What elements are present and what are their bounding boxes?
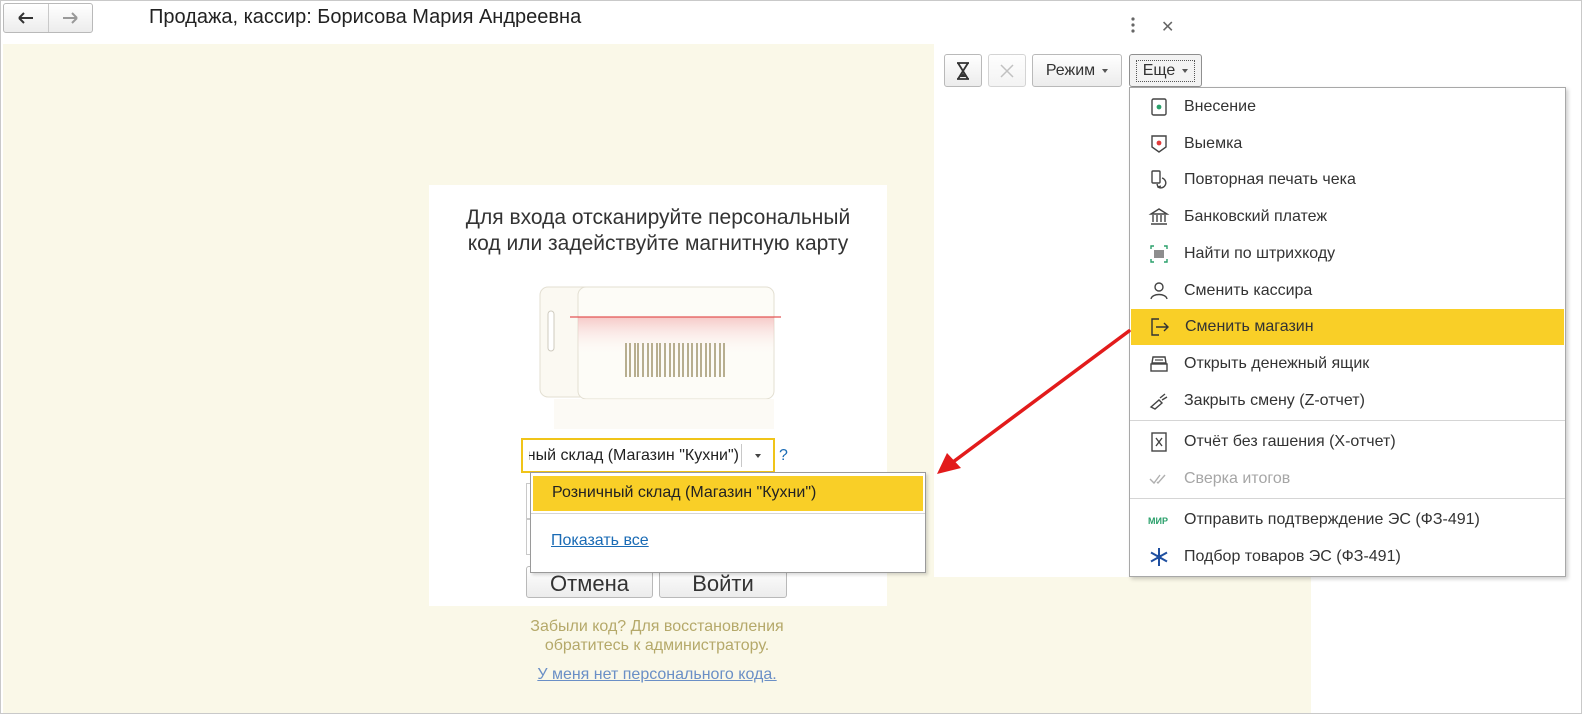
menu-item-label: Отправить подтверждение ЭС (ФЗ-491) <box>1184 511 1480 528</box>
x-report-icon <box>1151 432 1167 452</box>
bank-icon <box>1148 208 1170 225</box>
warehouse-select[interactable]: Розничный склад (Магазин "Кухни") <box>521 438 775 473</box>
menu-item-es-goods-selection[interactable]: Подбор товаров ЭС (ФЗ-491) <box>1130 539 1565 575</box>
menu-item-label: Закрыть смену (Z-отчет) <box>1184 392 1365 409</box>
menu-divider <box>1130 420 1565 421</box>
menu-item-label: Внесение <box>1184 98 1256 115</box>
close-shift-icon <box>1149 393 1168 410</box>
barcode-card-illustration <box>539 286 781 429</box>
reconcile-icon <box>1149 474 1166 485</box>
history-nav <box>3 3 93 33</box>
mode-button-label: Режим <box>1045 61 1096 79</box>
page-title: Продажа, кассир: Борисова Мария Андреевн… <box>149 6 582 28</box>
warehouse-option[interactable]: Розничный склад (Магазин "Кухни") <box>533 476 923 511</box>
more-button[interactable]: Еще <box>1129 54 1202 87</box>
login-prompt-line-1: Для входа отсканируйте персональный <box>465 206 851 229</box>
svg-text:МИР: МИР <box>1148 516 1168 526</box>
menu-item-label: Подбор товаров ЭС (ФЗ-491) <box>1184 548 1401 565</box>
arrow-left-icon <box>18 12 33 24</box>
app-window: Продажа, кассир: Борисова Мария Андреевн… <box>0 0 1582 714</box>
chevron-down-icon <box>1182 68 1189 73</box>
arrow-right-icon <box>63 12 78 24</box>
window-more-icon[interactable] <box>1127 15 1139 35</box>
forgot-code-line-1: Забыли код? Для восстановления <box>530 618 784 635</box>
window-close-icon[interactable]: ✕ <box>1161 17 1174 37</box>
close-icon <box>1000 63 1014 78</box>
menu-item-reconcile: Сверка итогов <box>1130 461 1565 497</box>
help-link[interactable]: ? <box>779 447 788 465</box>
warehouse-select-value: Розничный склад (Магазин "Кухни") <box>529 447 739 464</box>
chevron-down-icon[interactable] <box>755 454 761 458</box>
login-button-label: Войти <box>692 571 754 596</box>
menu-item-label: Отчёт без гашения (X-отчет) <box>1184 433 1396 450</box>
mir-icon: МИР <box>1148 516 1168 526</box>
menu-item-x-report[interactable]: Отчёт без гашения (X-отчет) <box>1130 424 1565 460</box>
menu-item-label: Повторная печать чека <box>1184 171 1356 188</box>
select-divider <box>741 444 742 467</box>
menu-item-label: Сменить магазин <box>1185 318 1314 335</box>
menu-item-label: Сверка итогов <box>1184 470 1291 487</box>
cash-out-icon <box>1151 135 1167 153</box>
work-area-lower <box>934 577 1311 713</box>
divider <box>531 513 925 514</box>
menu-item-label: Сменить кассира <box>1184 282 1313 299</box>
menu-item-cash-in[interactable]: Внесение <box>1130 89 1565 125</box>
menu-item-label: Выемка <box>1184 135 1243 152</box>
menu-item-label: Найти по штрихкоду <box>1184 245 1336 262</box>
warehouse-dropdown: Розничный склад (Магазин "Кухни") Показа… <box>530 472 926 573</box>
menu-item-change-store[interactable]: Сменить магазин <box>1131 309 1564 345</box>
menu-item-cash-out[interactable]: Выемка <box>1130 126 1565 162</box>
chevron-down-icon <box>1102 68 1109 73</box>
cash-drawer-icon <box>1150 356 1168 372</box>
show-all-link[interactable]: Показать все <box>551 532 649 550</box>
forward-button[interactable] <box>47 4 93 32</box>
deferred-check-button[interactable] <box>944 54 982 87</box>
cashier-icon <box>1150 282 1168 300</box>
cash-in-icon <box>1151 98 1167 116</box>
cancel-button-label: Отмена <box>550 571 629 596</box>
menu-item-label: Банковский платеж <box>1184 208 1328 225</box>
menu-item-find-barcode[interactable]: Найти по штрихкоду <box>1130 236 1565 272</box>
menu-item-close-shift[interactable]: Закрыть смену (Z-отчет) <box>1130 383 1565 419</box>
forgot-code-text: Забыли код? Для восстановления обратитес… <box>511 617 803 655</box>
menu-item-open-cash-drawer[interactable]: Открыть денежный ящик <box>1130 346 1565 382</box>
exit-store-icon <box>1151 318 1169 336</box>
login-prompt-line-2: код или задействуйте магнитную карту <box>467 232 849 255</box>
menu-item-label: Открыть денежный ящик <box>1184 355 1370 372</box>
more-menu: Внесение Выемка Повторная печать чека Ба… <box>1129 87 1566 577</box>
login-prompt: Для входа отсканируйте персональный код … <box>429 205 887 257</box>
mode-button[interactable]: Режим <box>1032 54 1122 87</box>
menu-item-bank-payment[interactable]: Банковский платеж <box>1130 199 1565 235</box>
back-button[interactable] <box>4 4 48 32</box>
menu-item-send-es-confirmation[interactable]: МИР Отправить подтверждение ЭС (ФЗ-491) <box>1130 502 1565 538</box>
menu-item-reprint-receipt[interactable]: Повторная печать чека <box>1130 162 1565 198</box>
hourglass-icon <box>957 61 969 80</box>
barcode-scan-icon <box>1150 245 1168 263</box>
snowflake-icon <box>1150 548 1168 566</box>
no-code-link[interactable]: У меня нет персонального кода. <box>511 666 803 684</box>
more-button-label: Еще <box>1142 61 1176 79</box>
menu-item-change-cashier[interactable]: Сменить кассира <box>1130 273 1565 309</box>
menu-divider <box>1130 498 1565 499</box>
forgot-code-line-2: обратитесь к администратору. <box>544 637 770 654</box>
cancel-check-button[interactable] <box>988 54 1026 87</box>
reprint-receipt-icon <box>1151 170 1167 189</box>
